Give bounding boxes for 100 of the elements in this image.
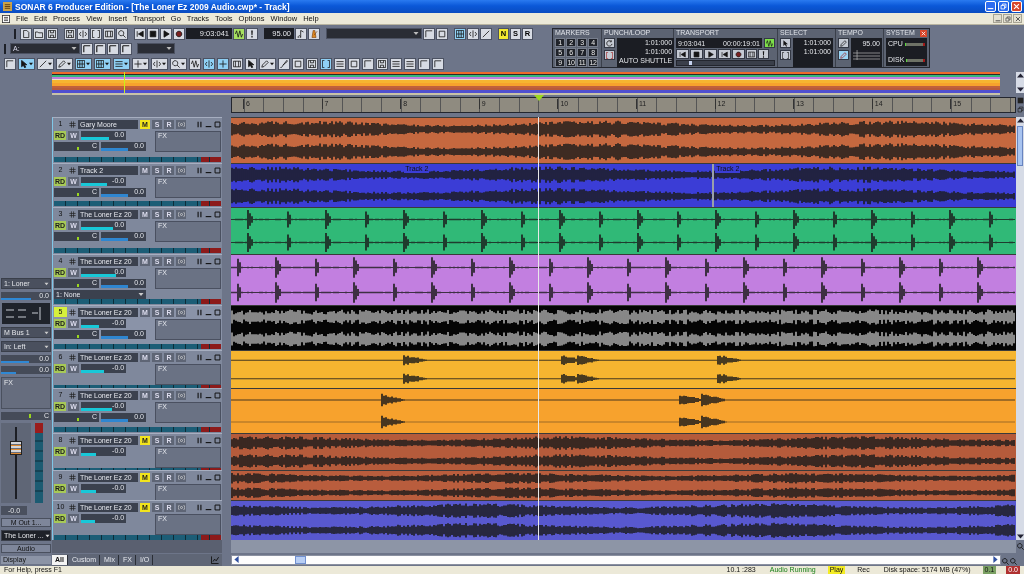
tool-button[interactable] (231, 57, 243, 70)
hash-grip-icon[interactable] (69, 210, 76, 218)
transport-button[interactable] (704, 49, 717, 59)
dropdown-field[interactable] (137, 43, 175, 54)
toolbar-button[interactable] (90, 27, 102, 40)
tool-button[interactable] (259, 57, 276, 70)
playhead-line[interactable] (537, 117, 539, 540)
toolbar-button[interactable] (436, 27, 448, 40)
restore-icon[interactable] (1016, 106, 1024, 113)
horizontal-scrollbar[interactable] (231, 554, 1001, 565)
tool-button[interactable] (404, 57, 416, 70)
double-bar-icon[interactable] (196, 436, 203, 444)
toolbar-button[interactable] (173, 27, 185, 40)
toolbar-button[interactable] (423, 27, 435, 40)
chart-icon[interactable] (211, 555, 219, 564)
tool-button[interactable] (4, 57, 16, 70)
tool-button[interactable] (37, 57, 54, 70)
audio-clip[interactable] (231, 500, 1016, 540)
slider-thumb[interactable] (688, 61, 692, 65)
toolbar-button[interactable] (77, 27, 89, 40)
audio-clip[interactable] (231, 207, 1016, 254)
maximize-icon[interactable] (214, 210, 221, 218)
hash-grip-icon[interactable] (69, 353, 76, 361)
tool-button[interactable] (320, 57, 332, 70)
transport-button[interactable] (732, 49, 745, 59)
double-bar-icon[interactable] (196, 120, 203, 128)
maximize-icon[interactable] (214, 503, 221, 511)
maximize-icon[interactable] (214, 257, 221, 265)
tool-button[interactable] (245, 57, 257, 70)
input-echo-button[interactable] (176, 472, 186, 482)
fader-thumb[interactable] (10, 441, 22, 456)
tool-button[interactable] (151, 57, 168, 70)
transport-button[interactable] (746, 49, 757, 59)
position-slider[interactable] (676, 60, 775, 66)
tool-button[interactable] (132, 57, 149, 70)
maximize-icon[interactable] (214, 391, 221, 399)
tool-button[interactable] (278, 57, 290, 70)
input-echo-button[interactable] (176, 502, 186, 512)
input-echo-button[interactable] (176, 209, 186, 219)
transport-button[interactable] (676, 49, 689, 59)
tempo-button[interactable] (838, 38, 849, 48)
scroll-thumb[interactable] (1017, 126, 1023, 166)
hash-grip-icon[interactable] (69, 257, 76, 265)
hash-grip-icon[interactable] (69, 391, 76, 399)
song-overview-drawing[interactable] (52, 72, 1000, 95)
input-echo-button[interactable] (176, 435, 186, 445)
metronome-button[interactable] (308, 27, 320, 40)
maximize-icon[interactable] (214, 308, 221, 316)
magnifier-icon[interactable] (1010, 557, 1017, 565)
maximize-icon[interactable] (214, 473, 221, 481)
input-echo-button[interactable] (176, 256, 186, 266)
tool-button[interactable] (56, 57, 73, 70)
snap-button[interactable] (467, 27, 479, 40)
input-echo-button[interactable] (176, 307, 186, 317)
hash-grip-icon[interactable] (69, 473, 76, 481)
audio-clip[interactable] (231, 433, 1016, 470)
toolbar-button[interactable] (160, 27, 172, 40)
tool-button[interactable] (348, 57, 360, 70)
hash-grip-icon[interactable] (69, 166, 76, 174)
tool-button[interactable] (189, 57, 201, 70)
double-bar-icon[interactable] (196, 308, 203, 316)
select-button[interactable] (780, 38, 791, 48)
double-bar-icon[interactable] (196, 473, 203, 481)
tool-button[interactable] (334, 57, 346, 70)
close-button[interactable] (1013, 14, 1022, 23)
loop-button[interactable] (604, 38, 615, 48)
audio-clip[interactable] (231, 254, 1016, 305)
vertical-scrollbar[interactable] (1016, 117, 1024, 540)
restore-button[interactable] (1003, 14, 1012, 23)
audio-clip[interactable] (231, 470, 1016, 500)
volume-fader[interactable] (1, 423, 31, 503)
double-bar-icon[interactable] (196, 210, 203, 218)
toolbar-button[interactable] (295, 27, 307, 40)
toolbar-button[interactable] (20, 27, 32, 40)
tool-button[interactable] (362, 57, 374, 70)
tool-button[interactable] (418, 57, 430, 70)
input-echo-button[interactable] (176, 165, 186, 175)
toolbar-button[interactable] (46, 27, 58, 40)
toolbar-button[interactable] (134, 27, 146, 40)
audio-clip[interactable] (231, 305, 1016, 350)
toolbar-button[interactable] (107, 42, 119, 55)
maximize-icon[interactable] (214, 120, 221, 128)
transport-button[interactable] (718, 49, 731, 59)
hash-grip-icon[interactable] (69, 120, 76, 128)
tool-button[interactable] (75, 57, 92, 70)
toolbar-button[interactable] (33, 27, 45, 40)
tool-button[interactable] (306, 57, 318, 70)
tool-button[interactable] (94, 57, 111, 70)
tool-button[interactable] (292, 57, 304, 70)
square-icon[interactable] (1016, 97, 1024, 104)
tool-button[interactable] (376, 57, 388, 70)
double-bar-icon[interactable] (196, 503, 203, 511)
toolbar-button[interactable] (103, 27, 115, 40)
select-button[interactable] (780, 50, 791, 60)
vertical-scrollbar[interactable] (1016, 72, 1024, 93)
transport-button[interactable] (758, 49, 769, 59)
toolbar-button[interactable] (147, 27, 159, 40)
hash-grip-icon[interactable] (69, 503, 76, 511)
toolbar-button[interactable] (120, 42, 132, 55)
double-bar-icon[interactable] (196, 166, 203, 174)
